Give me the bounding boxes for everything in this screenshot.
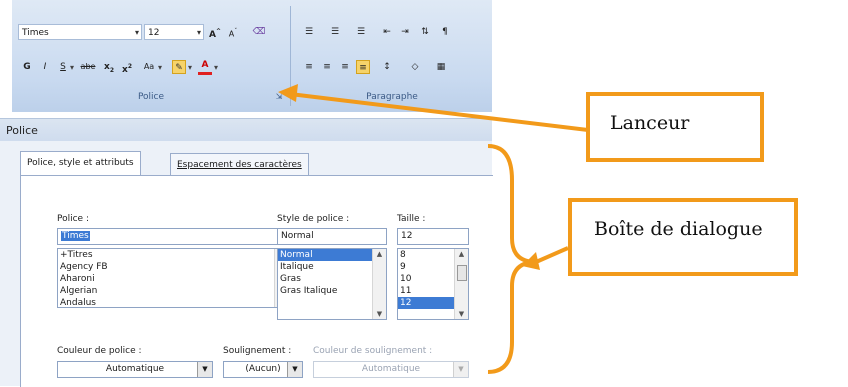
dialog-brace: [487, 144, 537, 374]
lanceur-arrowhead: [278, 84, 298, 102]
lanceur-arrow: [289, 92, 589, 132]
annotation-overlay: [278, 84, 589, 374]
boite-arrow: [535, 246, 569, 264]
callout-boite-dialogue: Boîte de dialogue: [568, 198, 798, 276]
callout-lanceur: Lanceur: [586, 92, 764, 162]
callout-boite-text: Boîte de dialogue: [594, 218, 763, 240]
callout-lanceur-text: Lanceur: [610, 112, 690, 134]
